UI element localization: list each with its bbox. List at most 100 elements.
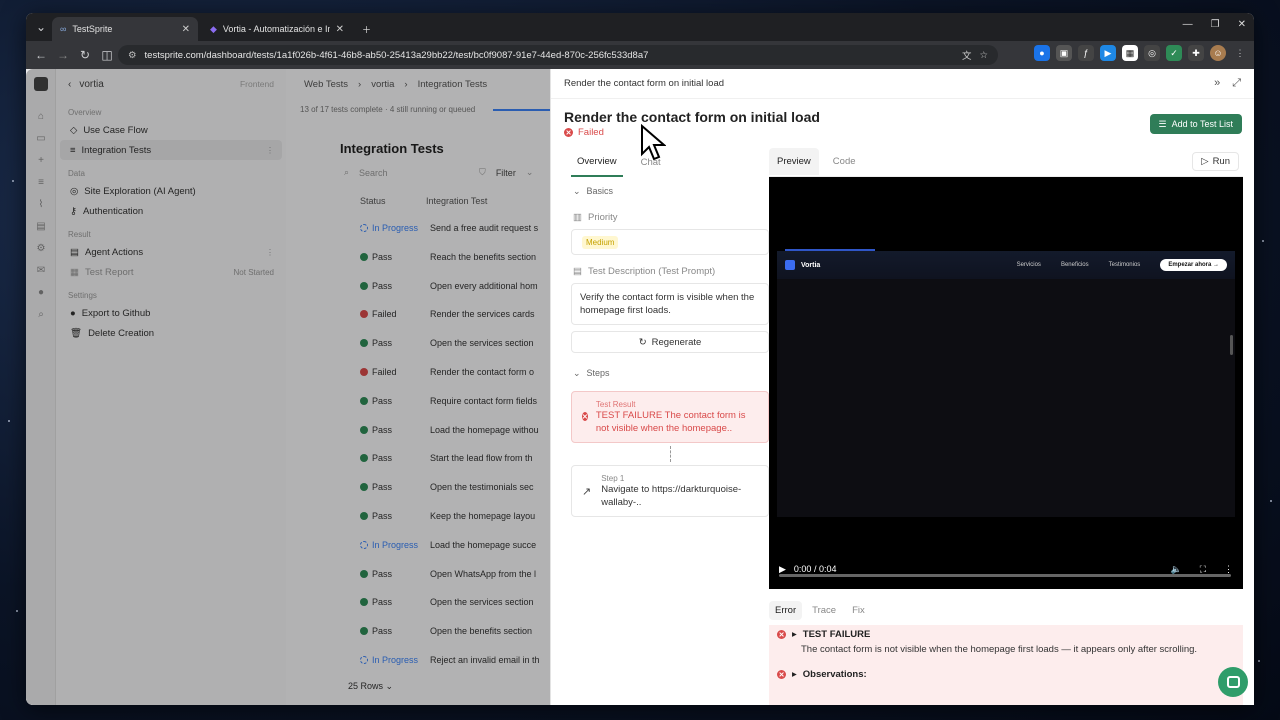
priority-icon: ▥ — [573, 211, 582, 223]
run-label: Run — [1212, 156, 1230, 167]
failed-icon: ✕ — [582, 412, 588, 421]
extension-icon[interactable]: ▦ — [1122, 45, 1138, 61]
section-label: Steps — [586, 368, 610, 378]
tab-bar: ⌄ ∞ TestSprite ✕ ◆ Vortia - Automatizaci… — [26, 13, 1254, 41]
video-controls: ▶ 0:00 / 0:04 🔈 ⛶ ⋮ — [769, 549, 1243, 589]
failed-icon: ✕ — [777, 670, 786, 679]
tab-fix[interactable]: Fix — [846, 601, 871, 620]
new-tab-button[interactable]: ＋ — [354, 17, 379, 41]
tab-error[interactable]: Error — [769, 600, 803, 620]
step-connector — [571, 443, 769, 465]
site-nav-link: Testimonios — [1108, 262, 1141, 268]
expand-icon[interactable]: ⤢ — [1232, 77, 1241, 90]
list-add-icon: ☰ — [1158, 118, 1167, 129]
collapse-panel-icon[interactable]: » — [1214, 77, 1220, 90]
panel-header-title: Render the contact form on initial load — [564, 78, 725, 89]
chat-support-button[interactable] — [1218, 667, 1248, 697]
more-options-icon[interactable]: ⋮ — [1224, 564, 1233, 575]
extension-icon[interactable]: ▶ — [1100, 45, 1116, 61]
video-player[interactable]: Vortia Servicios Beneficios Testimonios … — [769, 177, 1243, 589]
site-info-icon[interactable]: ⚙ — [128, 50, 137, 61]
extension-icon[interactable]: ▣ — [1056, 45, 1072, 61]
error-message: The contact form is not visible when the… — [801, 644, 1198, 655]
play-icon[interactable]: ▶ — [779, 564, 786, 575]
step-text: Navigate to https://darkturquoise-wallab… — [601, 483, 742, 508]
minimize-icon[interactable]: — — [1183, 19, 1193, 30]
extension-icon[interactable]: ● — [1034, 45, 1050, 61]
chevron-down-icon: ⌄ — [573, 367, 581, 378]
error-title: TEST FAILURE — [802, 629, 871, 640]
video-progress-bar[interactable] — [779, 574, 1231, 577]
left-tabs: Overview Chat — [571, 147, 771, 177]
back-icon[interactable]: ← — [30, 44, 52, 66]
bottom-tabs: Error Trace Fix — [769, 599, 1243, 621]
reload-icon[interactable]: ↻ — [74, 44, 96, 66]
close-tab-icon[interactable]: ✕ — [182, 24, 190, 35]
field-label: Test Description (Test Prompt) — [587, 265, 716, 277]
vortia-logo-icon — [785, 260, 795, 270]
chevron-down-icon: ⌄ — [573, 185, 581, 196]
vortia-favicon-icon: ◆ — [210, 23, 217, 34]
steps-section-toggle[interactable]: ⌄ Steps — [571, 359, 769, 387]
restore-icon[interactable]: ❐ — [1211, 19, 1220, 30]
failed-icon: ✕ — [777, 630, 786, 639]
tab-vortia[interactable]: ◆ Vortia - Automatización e Intel ✕ — [202, 17, 352, 41]
site-navbar: Vortia Servicios Beneficios Testimonios … — [777, 251, 1235, 279]
basics-section-toggle[interactable]: ⌄ Basics — [571, 177, 769, 205]
tab-search-icon[interactable]: ⌄ — [30, 16, 52, 38]
tab-preview[interactable]: Preview — [769, 148, 819, 175]
test-title: Render the contact form on initial load — [564, 109, 820, 125]
run-button[interactable]: ▷ Run — [1192, 152, 1239, 171]
add-button-label: Add to Test List — [1171, 119, 1233, 129]
volume-icon[interactable]: 🔈 — [1170, 564, 1181, 575]
description-label: ▤ Test Description (Test Prompt) — [571, 259, 769, 283]
expand-arrow-icon: ▸ — [792, 669, 797, 680]
browser-menu-icon[interactable]: ⋮ — [1232, 45, 1248, 61]
add-to-test-list-button[interactable]: ☰ Add to Test List — [1149, 114, 1242, 134]
tab-testsprite[interactable]: ∞ TestSprite ✕ — [52, 17, 198, 41]
profile-avatar[interactable]: ☺ — [1210, 45, 1226, 61]
test-description-field[interactable]: Verify the contact form is visible when … — [571, 283, 769, 325]
site-brand: Vortia — [801, 261, 821, 269]
site-scrollbar — [1230, 335, 1233, 355]
regenerate-button[interactable]: ↻ Regenerate — [571, 331, 769, 353]
side-panel-icon[interactable]: ◫ — [96, 44, 118, 66]
step-card[interactable]: ↗ Step 1 Navigate to https://darkturquoi… — [571, 465, 769, 517]
tab-title: Vortia - Automatización e Intel — [222, 24, 330, 34]
close-window-icon[interactable]: ✕ — [1238, 19, 1246, 30]
extension-icon[interactable]: ƒ — [1078, 45, 1094, 61]
failed-icon: ✕ — [564, 128, 573, 137]
step-title: Step 1 — [601, 473, 625, 483]
field-label: Priority — [587, 211, 618, 223]
tab-trace[interactable]: Trace — [806, 601, 842, 620]
extensions-puzzle-icon[interactable]: ✚ — [1188, 45, 1204, 61]
expand-arrow-icon: ▸ — [792, 629, 797, 640]
status-badge: ✕ Failed — [564, 127, 604, 138]
observations-item[interactable]: ✕ ▸ Observations: — [769, 665, 1243, 684]
right-tabs: Preview Code ▷ Run — [769, 147, 1243, 177]
fullscreen-icon[interactable]: ⛶ — [1200, 564, 1206, 575]
modal-backdrop[interactable] — [26, 69, 550, 705]
status-text: Failed — [578, 127, 604, 138]
site-nav-link: Beneficios — [1060, 262, 1089, 268]
test-result-card[interactable]: ✕ Test Result TEST FAILURE The contact f… — [571, 391, 769, 443]
error-details: ✕ ▸ TEST FAILURE The contact form is not… — [769, 625, 1243, 705]
tab-code[interactable]: Code — [825, 148, 864, 175]
translate-icon[interactable]: 文 — [962, 48, 972, 62]
priority-field[interactable]: Medium — [571, 229, 769, 255]
bookmark-star-icon[interactable]: ☆ — [979, 50, 988, 61]
refresh-icon: ↻ — [638, 336, 647, 348]
video-time: 0:00 / 0:04 — [793, 564, 837, 574]
extension-icon[interactable]: ◎ — [1144, 45, 1160, 61]
tab-overview[interactable]: Overview — [571, 148, 623, 177]
error-item[interactable]: ✕ ▸ TEST FAILURE — [769, 625, 1243, 644]
result-text: TEST FAILURE The contact form is not vis… — [595, 410, 746, 434]
extension-icon[interactable]: ✓ — [1166, 45, 1182, 61]
address-bar[interactable]: ⚙ testsprite.com/dashboard/tests/1a1f026… — [118, 45, 998, 65]
section-label: Basics — [586, 186, 614, 196]
forward-icon[interactable]: → — [52, 44, 74, 66]
result-title: Test Result — [595, 400, 636, 409]
chat-icon — [1226, 676, 1240, 688]
video-site-frame: Vortia Servicios Beneficios Testimonios … — [777, 251, 1235, 517]
close-tab-icon[interactable]: ✕ — [336, 24, 344, 35]
